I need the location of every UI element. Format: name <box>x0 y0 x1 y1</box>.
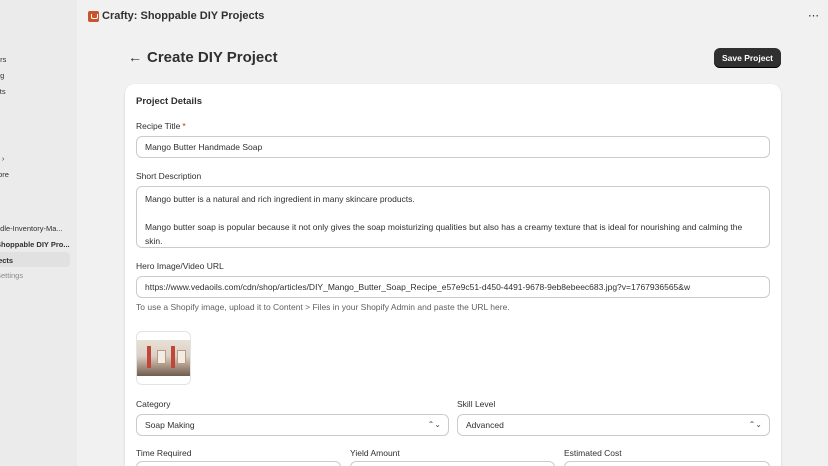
sidebar: s ers ng cts s s › tore ndle-Inventory-M… <box>0 0 77 466</box>
time-required-input[interactable] <box>136 461 341 466</box>
yield-amount-input[interactable] <box>350 461 555 466</box>
hero-url-input[interactable]: https://www.vedaoils.com/cdn/shop/articl… <box>136 276 770 298</box>
sidebar-app-item[interactable]: ndle-Inventory-Ma... <box>0 224 63 233</box>
more-options-icon[interactable]: ⋯ <box>808 9 819 22</box>
hero-image-preview <box>136 331 191 385</box>
description-paragraph: Mango butter soap is popular because it … <box>145 222 743 246</box>
sidebar-item[interactable]: tore <box>0 170 9 179</box>
sidebar-app-item[interactable]: Shoppable DIY Pro... <box>0 240 70 249</box>
app-title: Crafty: Shoppable DIY Projects <box>102 10 265 22</box>
project-details-card: Project Details Recipe Title * Mango Butt… <box>125 84 781 466</box>
app-logo-icon <box>88 11 99 22</box>
sidebar-item[interactable]: ng <box>0 71 4 80</box>
main-area: Crafty: Shoppable DIY Projects ⋯ ← Creat… <box>77 0 828 466</box>
save-project-button[interactable]: Save Project <box>714 48 781 68</box>
back-arrow-icon[interactable]: ← <box>128 49 142 65</box>
sidebar-item-settings[interactable]: Settings <box>0 271 23 280</box>
hero-url-help-text: To use a Shopify image, upload it to Con… <box>136 302 510 312</box>
description-paragraph: Mango butter is a natural and rich ingre… <box>145 194 415 204</box>
skill-level-value: Advanced <box>466 420 504 430</box>
select-chevron-icon: ⌃⌄ <box>748 420 762 429</box>
required-mark: * <box>182 121 186 131</box>
time-required-label: Time Required <box>136 448 192 458</box>
category-label: Category <box>136 399 171 409</box>
page-title: Create DIY Project <box>147 49 278 66</box>
estimated-cost-input[interactable] <box>564 461 770 466</box>
category-select[interactable]: Soap Making ⌃⌄ <box>136 414 449 436</box>
select-chevron-icon: ⌃⌄ <box>427 420 441 429</box>
skill-level-label: Skill Level <box>457 399 496 409</box>
recipe-title-label: Recipe Title * <box>136 121 186 131</box>
section-title: Project Details <box>136 96 202 107</box>
short-description-label: Short Description <box>136 171 202 181</box>
sidebar-item[interactable]: ers <box>0 55 6 64</box>
hero-url-label: Hero Image/Video URL <box>136 261 224 271</box>
category-value: Soap Making <box>145 420 195 430</box>
yield-amount-label: Yield Amount <box>350 448 400 458</box>
soap-image <box>137 340 190 376</box>
recipe-title-label-text: Recipe Title <box>136 121 181 131</box>
sidebar-item[interactable]: s › <box>0 154 4 163</box>
short-description-textarea[interactable]: Mango butter is a natural and rich ingre… <box>136 186 770 248</box>
recipe-title-input[interactable]: Mango Butter Handmade Soap <box>136 136 770 158</box>
app-topbar: Crafty: Shoppable DIY Projects ⋯ <box>77 0 828 34</box>
sidebar-item-projects[interactable]: jects <box>0 256 13 265</box>
skill-level-select[interactable]: Advanced ⌃⌄ <box>457 414 770 436</box>
estimated-cost-label: Estimated Cost <box>564 448 622 458</box>
sidebar-item[interactable]: cts <box>0 87 6 96</box>
